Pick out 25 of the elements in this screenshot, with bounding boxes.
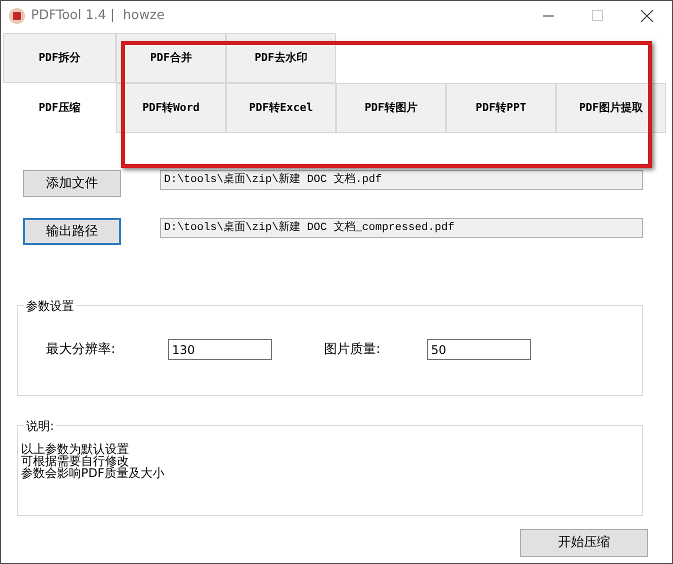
tab[interactable]: PDF拆分: [3, 33, 116, 83]
note-line: 可根据需要自行修改: [21, 455, 129, 467]
output-path-button[interactable]: 输出路径: [23, 218, 121, 245]
tab[interactable]: PDF图片提取: [556, 83, 666, 133]
field-label: 最大分辨率:: [46, 340, 116, 359]
tab[interactable]: PDF转Word: [116, 83, 226, 133]
tab[interactable]: PDF去水印: [226, 33, 336, 83]
path-field[interactable]: D:\tools\桌面\zip\新建 DOC 文档_compressed.pdf: [160, 218, 643, 238]
window-title: PDFTool 1.4 | howze: [31, 7, 165, 26]
note-line: 参数会影响PDF质量及大小: [21, 467, 166, 479]
app-icon: [9, 8, 25, 24]
field-label: 图片质量:: [324, 340, 382, 359]
close-icon[interactable]: [641, 10, 653, 22]
number-field[interactable]: 130: [168, 339, 272, 360]
number-field[interactable]: 50: [427, 339, 531, 360]
add-file-button[interactable]: 添加文件: [23, 170, 121, 197]
tab[interactable]: PDF转图片: [336, 83, 446, 133]
tab[interactable]: PDF转Excel: [226, 83, 336, 133]
start-button[interactable]: 开始压缩: [520, 529, 648, 557]
note-line: 以上参数为默认设置: [21, 443, 130, 455]
group-title: 说明:: [24, 417, 56, 435]
path-field[interactable]: D:\tools\桌面\zip\新建 DOC 文档.pdf: [160, 170, 643, 190]
group-title: 参数设置: [24, 297, 76, 315]
tab[interactable]: PDF转PPT: [446, 83, 556, 133]
tab[interactable]: PDF合并: [116, 33, 226, 83]
